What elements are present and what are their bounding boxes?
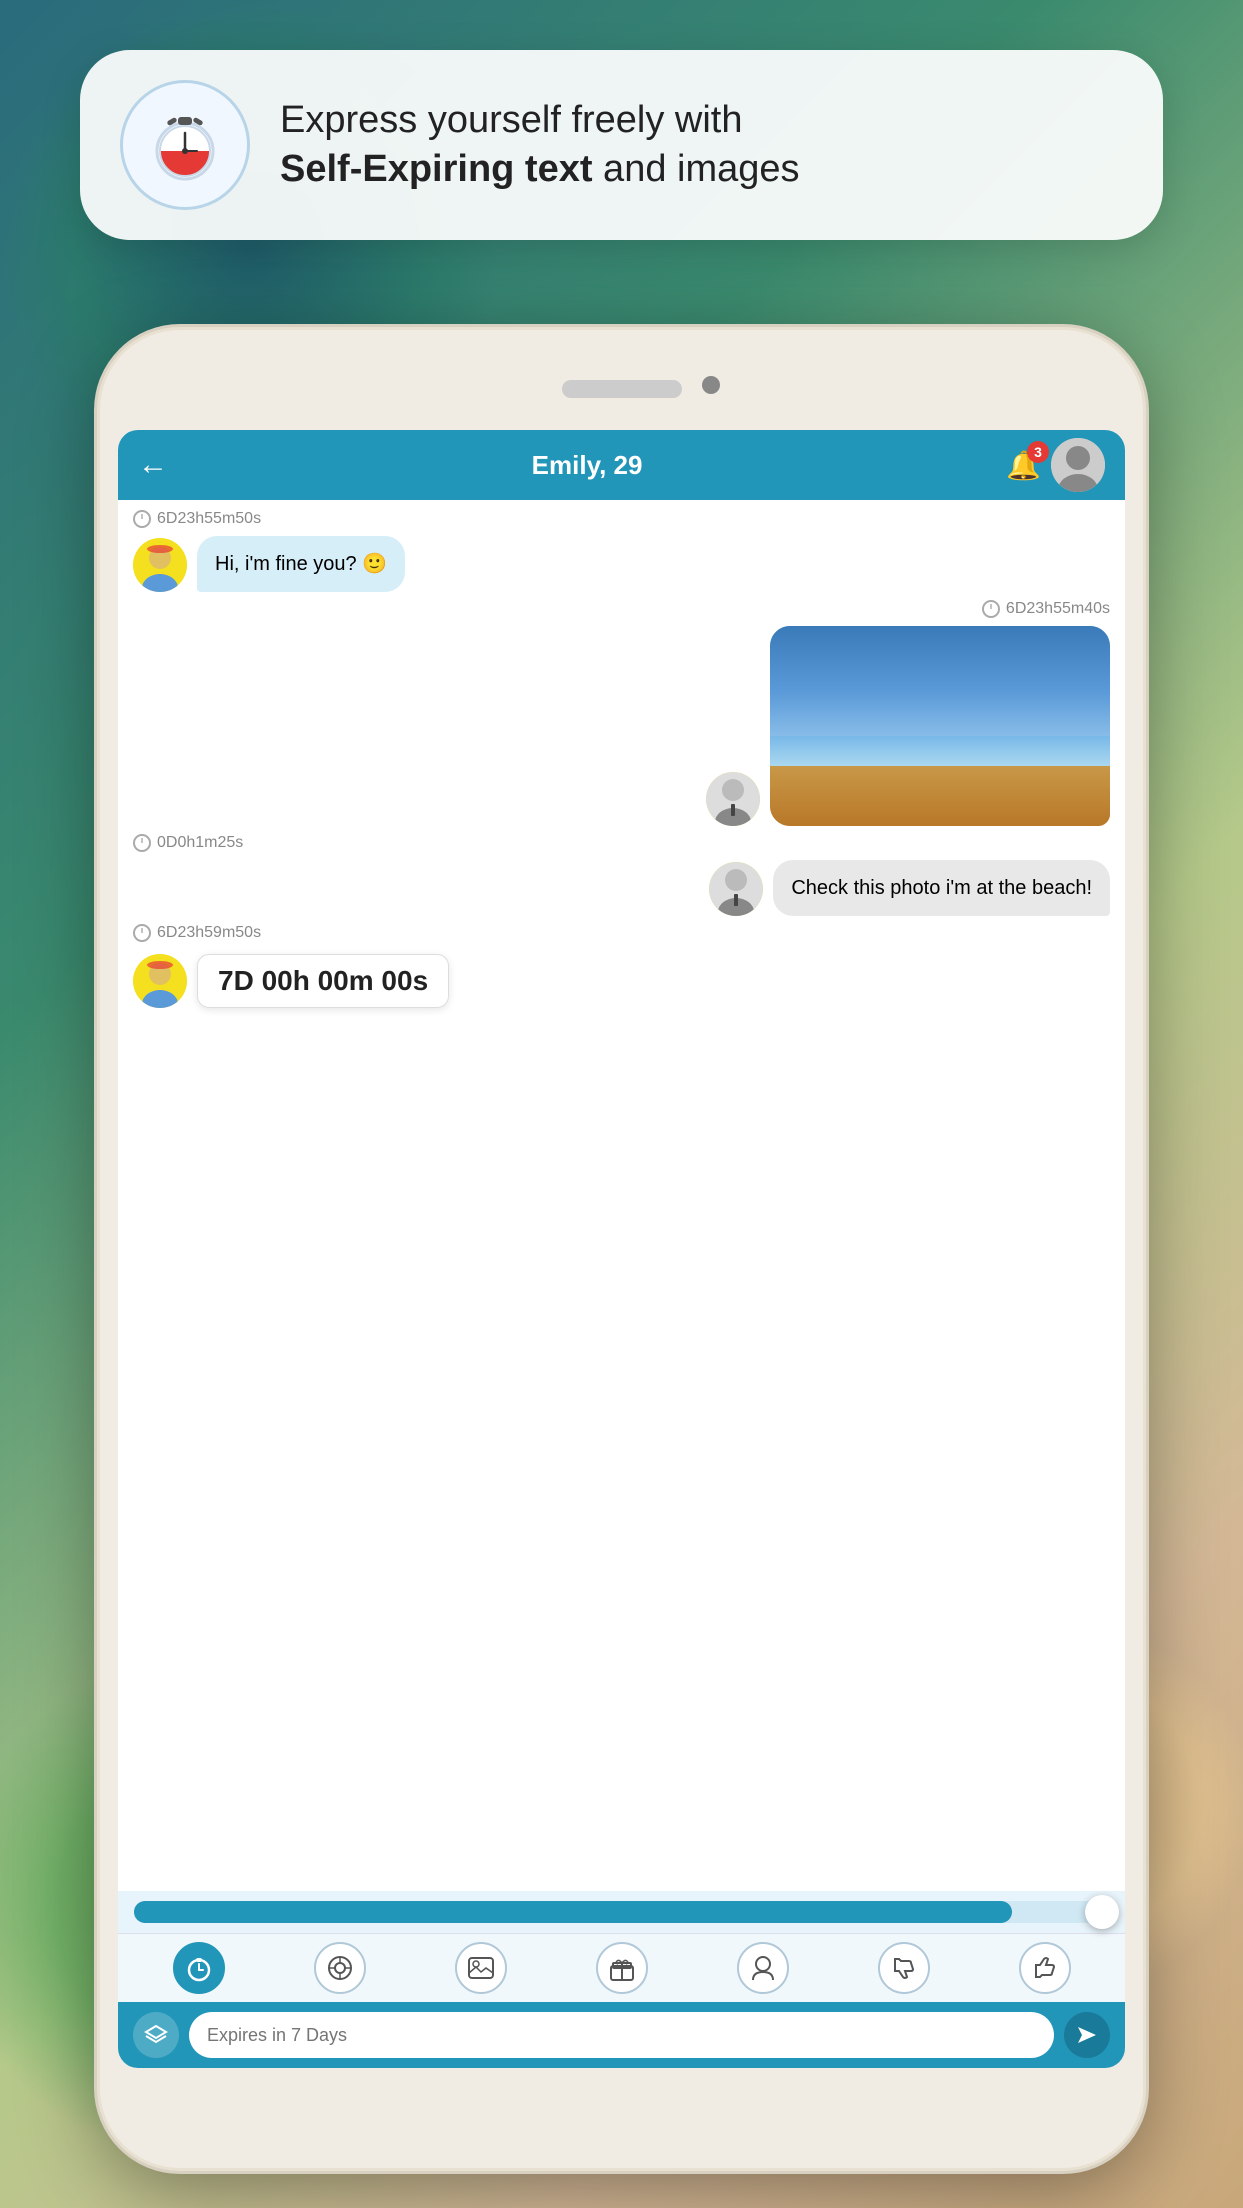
message-bubble-image [770,626,1110,826]
message-bubble-3: Check this photo i'm at the beach! [773,860,1110,916]
feature-text-line3: and images [593,148,800,190]
message-row-1: Hi, i'm fine you? 🙂 [133,536,1110,592]
image-tool-icon [468,1957,494,1979]
clock-icon-4 [133,924,151,942]
aperture-tool-icon [327,1955,353,1981]
toolbar-timer-button[interactable] [173,1942,225,1994]
emily-avatar-icon [133,538,187,592]
timer-value-1: 6D23h55m50s [157,510,261,528]
toolbar-gift-button[interactable] [596,1942,648,1994]
avatar-icon [1051,438,1105,492]
bottom-toolbar [118,1933,1125,2002]
beach-waves [770,736,1110,766]
send-button[interactable] [1064,2012,1110,2058]
message-bubble-1: Hi, i'm fine you? 🙂 [197,536,405,592]
back-button[interactable]: ← [138,448,168,482]
input-bar [118,2002,1125,2068]
emily-avatar-4 [133,954,187,1008]
timer-tool-icon [185,1954,213,1982]
beach-sky [770,626,1110,736]
message-row-3: Check this photo i'm at the beach! [133,860,1110,916]
slider-fill [134,1901,1012,1923]
toolbar-profile-button[interactable] [737,1942,789,1994]
dislike-tool-icon [891,1955,917,1981]
chat-header: ← Emily, 29 🔔 3 [118,430,1125,500]
feature-description: Express yourself freely with Self-Expiri… [280,96,1123,195]
feature-text-line1: Express yourself freely with [280,99,743,141]
gift-tool-icon [609,1955,635,1981]
send-icon [1076,2025,1098,2045]
clock-icon-3 [133,834,151,852]
stopwatch-icon [145,105,225,185]
slider-area [118,1891,1125,1933]
user-avatar-3 [709,862,763,916]
clock-icon-2 [982,600,1000,618]
notification-badge: 3 [1027,441,1049,463]
expiry-timer-display: 7D 00h 00m 00s [197,954,449,1008]
slider-thumb[interactable] [1085,1895,1119,1929]
timer-stamp-2: 6D23h55m40s [982,600,1110,618]
toolbar-like-button[interactable] [1019,1942,1071,1994]
feature-card: Express yourself freely with Self-Expiri… [80,50,1163,240]
phone-speaker [562,380,682,398]
expiry-timer-value: 7D 00h 00m 00s [218,965,428,996]
beach-image [770,626,1110,826]
timer-value-3: 0D0h1m25s [157,834,243,852]
phone-camera [702,376,720,394]
timer-stamp-3: 0D0h1m25s [133,834,243,852]
notification-bell[interactable]: 🔔 3 [1006,449,1041,482]
emily-avatar-icon-4 [133,954,187,1008]
message-text-3: Check this photo i'm at the beach! [791,877,1092,899]
user-avatar-icon [706,772,760,826]
phone-frame: ← Emily, 29 🔔 3 [100,330,1143,2168]
profile-tool-icon [751,1955,775,1981]
emily-avatar-1 [133,538,187,592]
chat-title: Emily, 29 [532,450,643,481]
clock-icon-1 [133,510,151,528]
user-avatar-2 [706,772,760,826]
timer-value-2: 6D23h55m40s [1006,600,1110,618]
layers-icon [144,2025,168,2045]
message-text-1: Hi, i'm fine you? 🙂 [215,553,387,575]
layers-button[interactable] [133,2012,179,2058]
message-input[interactable] [189,2012,1054,2058]
message-row-4: 7D 00h 00m 00s [133,950,1110,1012]
message-row-2 [133,626,1110,826]
contact-avatar-header [1051,438,1105,492]
timer-stamp-1: 6D23h55m50s [133,510,261,528]
timer-value-4: 6D23h59m50s [157,924,261,942]
feature-icon-container [120,80,250,210]
toolbar-aperture-button[interactable] [314,1942,366,1994]
slider-track[interactable] [134,1901,1109,1923]
like-tool-icon [1032,1955,1058,1981]
phone-screen: ← Emily, 29 🔔 3 [118,430,1125,2068]
toolbar-image-button[interactable] [455,1942,507,1994]
beach-sand [770,766,1110,826]
toolbar-dislike-button[interactable] [878,1942,930,1994]
chat-messages-container: 6D23h55m50s Hi, i'm fine you? 🙂 [118,500,1125,1891]
timer-stamp-4: 6D23h59m50s [133,924,261,942]
user-avatar-icon-3 [709,862,763,916]
feature-text-bold: Self-Expiring text [280,148,593,190]
